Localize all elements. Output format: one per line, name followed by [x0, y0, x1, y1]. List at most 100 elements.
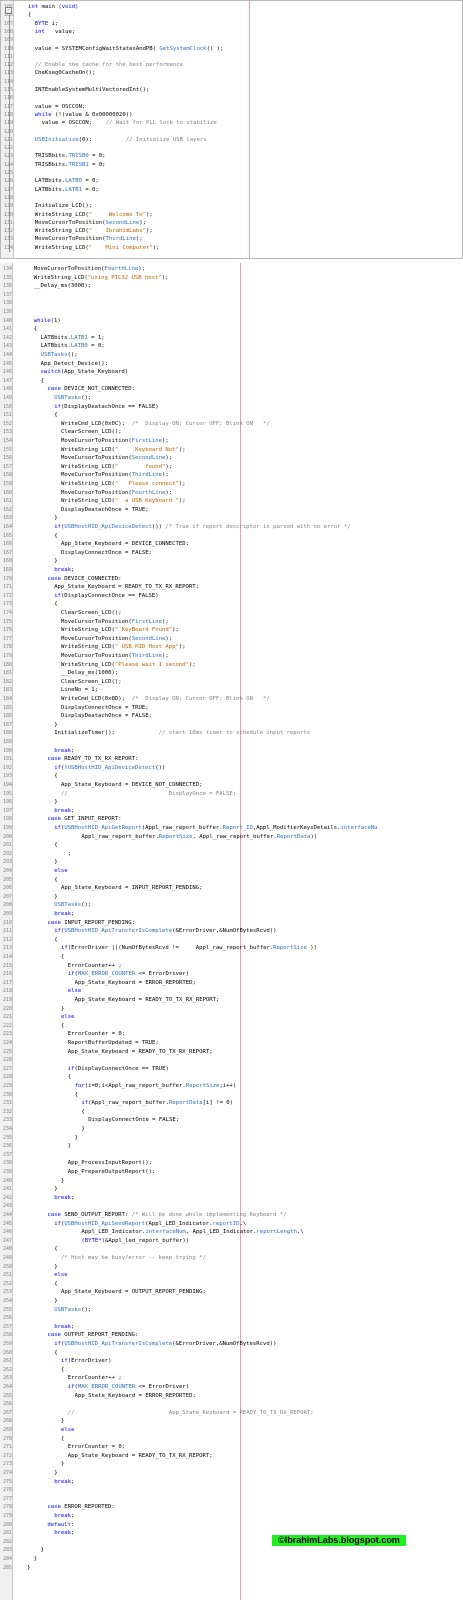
code-line[interactable]: 170 case DEVICE_CONNECTED:: [0, 575, 463, 583]
code-line[interactable]: 186 DisplayDeatachOnce = FALSE;: [0, 712, 463, 720]
code-line[interactable]: 250}: [0, 1263, 463, 1271]
code-line[interactable]: 195 // DisplayOnce = FALSE;: [0, 790, 463, 798]
code-line[interactable]: 244 case SEND_OUTPUT_REPORT: /* Will be d…: [0, 1211, 463, 1219]
code-line[interactable]: 215 ErrorCounter++ ;: [0, 962, 463, 970]
code-line[interactable]: 174 ClearScreen_LCD();: [0, 609, 463, 617]
code-line[interactable]: 134 MoveCursorToPosition(FourthLine);: [0, 265, 463, 273]
code-line[interactable]: 200 Appl_raw_report_buffer.ReportSize, Ap…: [0, 833, 463, 841]
code-line[interactable]: 258 case OUTPUT_REPORT_PENDING:: [0, 1331, 463, 1339]
code-line[interactable]: 141 {: [0, 325, 463, 333]
code-line[interactable]: 246 Appl_LED_Indicator.interfaceNum, Appl…: [0, 1228, 463, 1236]
code-line[interactable]: 243: [0, 1202, 463, 1210]
code-line[interactable]: 272 App_State_Keyboard = READY_TO_TX_RX_R…: [0, 1452, 463, 1460]
code-line[interactable]: 197 break;: [0, 807, 463, 815]
code-line[interactable]: 162 DisplayDeatachOnce = TRUE;: [0, 506, 463, 514]
code-line[interactable]: 139: [0, 308, 463, 316]
code-line[interactable]: 169 break;: [0, 566, 463, 574]
code-line[interactable]: 168}: [0, 557, 463, 565]
code-line[interactable]: 229 for(i=0;i<Appl_raw_report_buffer.Repo…: [0, 1082, 463, 1090]
code-line[interactable]: 175 MoveCursorToPosition(FirstLine);: [0, 618, 463, 626]
code-line[interactable]: 156 MoveCursorToPosition(SecondLine);: [0, 454, 463, 462]
code-line[interactable]: 257 break;: [0, 1323, 463, 1331]
code-line[interactable]: 208 USBTasks();: [0, 901, 463, 909]
code-line[interactable]: 238 App_ProcessInputReport();: [0, 1159, 463, 1167]
code-line[interactable]: 245 if(USBHostHID_ApiSendReport(Appl_LED_…: [0, 1220, 463, 1228]
code-line[interactable]: 106 {: [1, 11, 462, 19]
code-line[interactable]: 222 {: [0, 1022, 463, 1030]
code-line[interactable]: 280 default:: [0, 1521, 463, 1529]
code-line[interactable]: 268}: [0, 1417, 463, 1425]
code-line[interactable]: 179 MoveCursorToPosition(ThirdLine);: [0, 652, 463, 660]
code-line[interactable]: 117 value = OSCCON;: [1, 103, 462, 111]
code-line[interactable]: 161 WriteString_LCD(" a USB Keyboard ");: [0, 497, 463, 505]
code-line[interactable]: 206 App_State_Keyboard = INPUT_REPORT_PEN…: [0, 884, 463, 892]
code-line[interactable]: 124 TRISBbits.TRISB1 = 0;: [1, 161, 462, 169]
code-line[interactable]: 234}: [0, 1125, 463, 1133]
code-line[interactable]: 254}: [0, 1297, 463, 1305]
code-line[interactable]: 143 LATBbits.LATB0 = 0;: [0, 342, 463, 350]
code-line[interactable]: 110 value = SYSTEMConfigWaitStatesAndPB( …: [1, 45, 462, 53]
code-line[interactable]: 210 case INPUT_REPORT_PENDING:: [0, 919, 463, 927]
code-line[interactable]: 247 (BYTE*)&Appl_led_report_buffer)): [0, 1237, 463, 1245]
code-line[interactable]: 196}: [0, 798, 463, 806]
code-line[interactable]: 213 if(ErrorDriver ||(NumOfBytesRcvd != A…: [0, 944, 463, 952]
code-line[interactable]: 185 DisplayConnectOnce = TRUE;: [0, 704, 463, 712]
code-line[interactable]: 118 while (!(value & 0x00000020)): [1, 111, 462, 119]
code-line[interactable]: 133 MoveCursorToPosition(ThirdLine);: [1, 235, 462, 243]
code-line[interactable]: 159 WriteString_LCD(" Please connect");: [0, 480, 463, 488]
code-line[interactable]: 214 {: [0, 953, 463, 961]
code-line[interactable]: 220}: [0, 1005, 463, 1013]
code-line[interactable]: 232 {: [0, 1108, 463, 1116]
code-line[interactable]: 137: [0, 291, 463, 299]
code-line[interactable]: 192 if(!USBHostHID_ApiDeviceDetect()): [0, 764, 463, 772]
code-line[interactable]: 147 {: [0, 377, 463, 385]
code-line[interactable]: 239 App_PrepareOutputReport();: [0, 1168, 463, 1176]
code-line[interactable]: 204 else: [0, 867, 463, 875]
code-line[interactable]: 151 {: [0, 411, 463, 419]
code-line[interactable]: 119 value = OSCCON; // Wait for PLL lock …: [1, 119, 462, 127]
code-line[interactable]: 194 App_State_Keyboard = DEVICE_NOT_CONNE…: [0, 781, 463, 789]
code-line[interactable]: 191 case READY_TO_TX_RX_REPORT:: [0, 755, 463, 763]
code-line[interactable]: 201 {: [0, 841, 463, 849]
code-line[interactable]: 150 if(DisplayDeatachOnce == FALSE): [0, 403, 463, 411]
code-line[interactable]: 142 LATBbits.LATB1 = 1;: [0, 334, 463, 342]
code-line[interactable]: 253 App_State_Keyboard = OUTPUT_REPORT_PE…: [0, 1288, 463, 1296]
code-line[interactable]: 155 WriteString_LCD(" Keyboard Not");: [0, 446, 463, 454]
code-line[interactable]: 256: [0, 1314, 463, 1322]
code-line[interactable]: 181 __Delay_ms(1000);: [0, 669, 463, 677]
code-line[interactable]: 157 WriteString_LCD(" found");: [0, 463, 463, 471]
code-line[interactable]: 178 WriteString_LCD(" USB HID Host App");: [0, 643, 463, 651]
code-line[interactable]: 240}: [0, 1177, 463, 1185]
code-line[interactable]: 237: [0, 1151, 463, 1159]
code-line[interactable]: 236}: [0, 1142, 463, 1150]
code-line[interactable]: 114: [1, 78, 462, 86]
code-line[interactable]: 171 App_State_Keyboard = READY_TO_TX_RX_R…: [0, 583, 463, 591]
code-line[interactable]: 283}: [0, 1546, 463, 1554]
code-line[interactable]: 218 else: [0, 987, 463, 995]
code-line[interactable]: 198 case GET_INPUT_REPORT:: [0, 815, 463, 823]
code-line[interactable]: 231 if(Appl_raw_report_buffer.ReportData[…: [0, 1099, 463, 1107]
code-line[interactable]: 108 int value;: [1, 28, 462, 36]
code-line[interactable]: 112 // Enable the cache for the best perf…: [1, 61, 462, 69]
code-line[interactable]: 270 {: [0, 1435, 463, 1443]
code-line[interactable]: 126 LATBbits.LATB0 = 0;: [1, 177, 462, 185]
code-line[interactable]: 211 if(USBHostHID_ApiTransferIsComplete(&…: [0, 927, 463, 935]
code-line[interactable]: 264 if(MAX_ERROR_COUNTER <= ErrorDriver): [0, 1383, 463, 1391]
code-line[interactable]: 183 LineNo = 1;: [0, 686, 463, 694]
code-line[interactable]: 136 __Delay_ms(3000);: [0, 282, 463, 290]
code-line[interactable]: 148 case DEVICE_NOT_CONNECTED:: [0, 385, 463, 393]
code-line[interactable]: 226: [0, 1056, 463, 1064]
code-line[interactable]: 166 App_State_Keyboard = DEVICE_CONNECTED…: [0, 540, 463, 548]
code-line[interactable]: 176 WriteString_LCD(" KeyBoard Found");: [0, 626, 463, 634]
code-line[interactable]: 249 /* Host may be busy/error -- keep try…: [0, 1254, 463, 1262]
code-line[interactable]: 111: [1, 53, 462, 61]
code-line[interactable]: 144 USBTasks();: [0, 351, 463, 359]
code-line[interactable]: 285}: [0, 1564, 463, 1572]
code-line[interactable]: 219 App_State_Keyboard = READY_TO_TX_RX_R…: [0, 996, 463, 1004]
code-line[interactable]: 266: [0, 1400, 463, 1408]
code-line[interactable]: 278 case ERROR_REPORTED:: [0, 1503, 463, 1511]
code-line[interactable]: 130 WriteString_LCD(" Welcome To");: [1, 211, 462, 219]
code-line[interactable]: 116: [1, 94, 462, 102]
code-line[interactable]: 223 ErrorCounter = 0;: [0, 1030, 463, 1038]
code-line[interactable]: 205 {: [0, 876, 463, 884]
